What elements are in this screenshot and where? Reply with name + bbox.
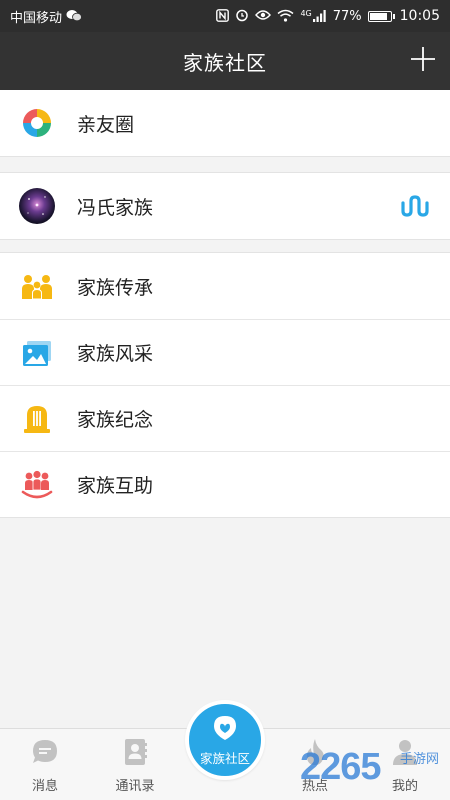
section-family-features: 家族传承 家族风采 家族纪念 家族互助 (0, 252, 450, 518)
tab-label: 我的 (391, 779, 418, 794)
list-item-label: 亲友圈 (77, 113, 135, 136)
app-header: 家族社区 (0, 32, 450, 90)
alarm-icon (235, 8, 249, 24)
battery-fill (369, 12, 387, 20)
network-type: 4G (300, 9, 312, 18)
list-item-feng-family[interactable]: 冯氏家族 (0, 173, 450, 239)
battery-icon (367, 10, 395, 22)
list-item-label: 家族传承 (77, 276, 154, 299)
page-title: 家族社区 (183, 50, 267, 75)
tab-profile[interactable]: 我的 (360, 729, 450, 800)
section-family-group: 冯氏家族 (0, 172, 450, 240)
mutual-help-icon (18, 466, 56, 504)
chat-bubble-icon (30, 737, 60, 767)
tab-family-community[interactable]: 家族社区 (185, 700, 265, 780)
memorial-icon (18, 400, 56, 438)
tab-contacts[interactable]: 通讯录 (90, 729, 180, 800)
battery-percent: 77% (332, 8, 362, 24)
wifi-icon (277, 9, 294, 24)
community-icon (211, 714, 239, 746)
family-people-icon (18, 267, 56, 305)
tab-label: 家族社区 (199, 750, 250, 766)
list-item-family-memorial[interactable]: 家族纪念 (0, 385, 450, 451)
section-friends: 亲友圈 (0, 90, 450, 157)
galaxy-avatar (18, 187, 56, 225)
eye-icon (255, 9, 272, 23)
tab-label: 热点 (301, 779, 328, 794)
status-bar: 中国移动 4G 77% 10:05 (0, 0, 450, 32)
tab-hot[interactable]: 热点 (270, 729, 360, 800)
list-item-label: 家族互助 (77, 475, 154, 497)
nfc-icon (216, 8, 230, 24)
tab-messages[interactable]: 消息 (0, 729, 90, 800)
photo-icon (18, 334, 56, 372)
list-item-label: 家族纪念 (77, 409, 154, 431)
friends-circle-icon (18, 104, 56, 142)
plus-icon[interactable] (408, 44, 438, 74)
list-item-family-heritage[interactable]: 家族传承 (0, 253, 450, 319)
flame-icon (300, 737, 330, 767)
tab-label: 消息 (31, 779, 58, 794)
clock: 10:05 (399, 8, 440, 24)
signal-icon: 4G (300, 10, 326, 22)
list-item-family-mutual-help[interactable]: 家族互助 (0, 451, 450, 517)
wave-icon[interactable] (400, 193, 430, 219)
carrier-name: 中国移动 (10, 10, 63, 26)
carrier-group: 中国移动 (10, 7, 82, 26)
status-icons: 4G 77% 10:05 (216, 8, 440, 24)
wechat-notification-icon (66, 9, 82, 24)
list-item-family-style[interactable]: 家族风采 (0, 319, 450, 385)
list-item-label: 家族风采 (77, 343, 154, 365)
tab-label: 通讯录 (115, 779, 155, 794)
list-item-friends-circle[interactable]: 亲友圈 (0, 90, 450, 156)
profile-icon (390, 737, 420, 767)
list-item-label: 冯氏家族 (77, 196, 154, 219)
contacts-icon (120, 737, 150, 767)
